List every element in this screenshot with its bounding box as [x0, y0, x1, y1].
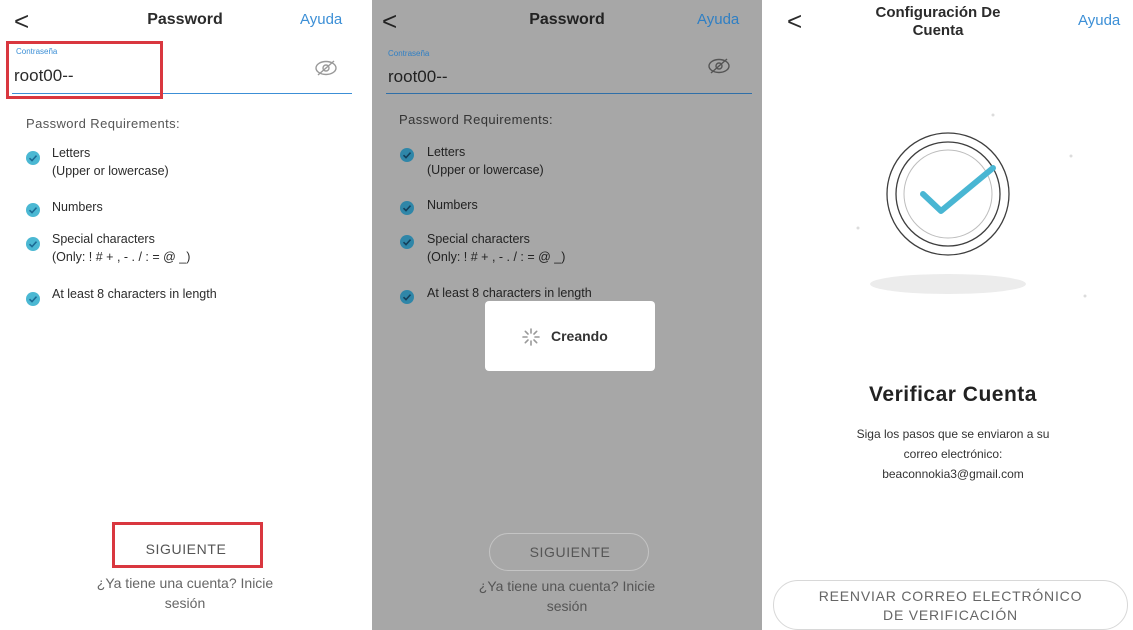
- requirement-label: At least 8 characters in length: [427, 286, 592, 300]
- password-screen: < Password Ayuda Contraseña root00-- Pas…: [0, 0, 366, 630]
- resend-label-line: REENVIAR CORREO ELECTRÓNICO: [818, 588, 1083, 604]
- password-input-value[interactable]: root00--: [388, 67, 448, 87]
- check-icon: [26, 203, 40, 217]
- login-line: ¿Ya tiene una cuenta? Inicie: [96, 575, 274, 591]
- resend-verification-button[interactable]: REENVIAR CORREO ELECTRÓNICO DE VERIFICAC…: [773, 580, 1128, 630]
- check-icon: [400, 201, 414, 215]
- login-line: ¿Ya tiene una cuenta? Inicie: [478, 578, 656, 594]
- check-icon: [400, 235, 414, 249]
- login-line: sesión: [546, 598, 588, 614]
- verify-account-screen: < Configuración De Cuenta Ayuda Verifica…: [768, 0, 1133, 630]
- page-title: Password: [147, 11, 223, 28]
- requirement-detail: (Upper or lowercase): [427, 163, 544, 177]
- requirement-detail: (Only: ! # + , - . / : = @ _): [427, 250, 566, 264]
- requirements-title: Password Requirements:: [399, 112, 554, 127]
- next-button[interactable]: SIGUIENTE: [489, 533, 649, 571]
- requirement-label: Numbers: [427, 198, 478, 212]
- highlight-box: [112, 522, 263, 568]
- back-button[interactable]: <: [787, 8, 802, 34]
- requirement-label: Special characters: [52, 232, 155, 246]
- check-circle-icon: [853, 110, 1093, 312]
- verify-heading: Verificar Cuenta: [869, 383, 1037, 406]
- page-title-line: Configuración De: [875, 4, 1001, 21]
- password-field-label: Contraseña: [388, 49, 430, 58]
- requirements-title: Password Requirements:: [26, 116, 181, 131]
- loading-text: Creando: [551, 328, 608, 344]
- back-button[interactable]: <: [382, 8, 397, 34]
- requirement-detail: (Upper or lowercase): [52, 164, 169, 178]
- login-link[interactable]: ¿Ya tiene una cuenta? Inicie sesión: [442, 576, 692, 616]
- page-title-line: Cuenta: [912, 22, 964, 39]
- eye-off-icon[interactable]: [706, 56, 732, 76]
- eye-off-icon[interactable]: [313, 58, 339, 78]
- check-icon: [26, 151, 40, 165]
- description-line: correo electrónico:: [903, 447, 1003, 461]
- check-icon: [400, 290, 414, 304]
- requirement-label: Letters: [52, 146, 91, 160]
- resend-label-line: DE VERIFICACIÓN: [883, 607, 1018, 623]
- check-icon: [26, 292, 40, 306]
- requirement-detail: (Only: ! # + , - . / : = @ _): [52, 250, 191, 264]
- spinner-icon: [521, 327, 541, 347]
- back-button[interactable]: <: [14, 8, 29, 34]
- highlight-box: [6, 41, 163, 99]
- page-title: Password: [529, 11, 605, 28]
- requirement-label: Letters: [427, 145, 466, 159]
- requirement-label: At least 8 characters in length: [52, 287, 217, 301]
- login-link[interactable]: ¿Ya tiene una cuenta? Inicie sesión: [60, 573, 310, 613]
- loading-dialog: Creando: [485, 301, 655, 371]
- page-title: Configuración De Cuenta: [853, 4, 1023, 40]
- password-field-underline: [386, 93, 752, 94]
- help-link[interactable]: Ayuda: [300, 11, 342, 28]
- requirement-label: Special characters: [427, 232, 530, 246]
- email-address: beaconnokia3@gmail.com: [882, 467, 1024, 481]
- check-icon: [26, 237, 40, 251]
- help-link[interactable]: Ayuda: [1078, 12, 1120, 29]
- requirement-label: Numbers: [52, 200, 103, 214]
- resend-button-label: REENVIAR CORREO ELECTRÓNICO DE VERIFICAC…: [774, 587, 1127, 625]
- verify-description: Siga los pasos que se enviaron a su corr…: [803, 424, 1103, 484]
- password-loading-screen: < Password Ayuda Contraseña root00-- Pas…: [372, 0, 762, 630]
- check-icon: [400, 148, 414, 162]
- description-line: Siga los pasos que se enviaron a su: [856, 427, 1050, 441]
- next-button-label: SIGUIENTE: [529, 544, 611, 560]
- help-link[interactable]: Ayuda: [697, 11, 739, 28]
- login-line: sesión: [164, 595, 206, 611]
